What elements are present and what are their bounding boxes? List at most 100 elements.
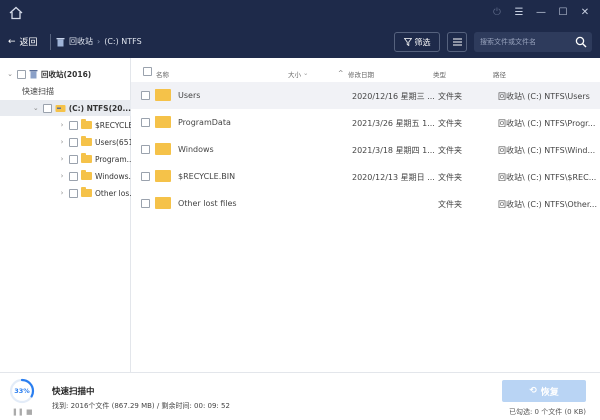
divider [50, 34, 51, 50]
row-date: 2020/12/13 星期日 ... [352, 173, 434, 182]
row-checkbox[interactable] [141, 172, 150, 181]
recycle-bin-icon [29, 70, 38, 79]
folder-icon [155, 89, 171, 101]
progress-percent: 33% [14, 387, 30, 395]
folder-icon [155, 170, 171, 182]
header-type[interactable]: 类型 [433, 69, 446, 79]
tree-folder-label: Windows... [95, 171, 136, 181]
status-footer: 33% ❚❚ ■ 快速扫描中 找到: 2016个文件 (867.29 MB) /… [0, 372, 600, 420]
tree-folder-checkbox[interactable] [69, 171, 78, 181]
filter-icon [403, 38, 412, 46]
tree-folder-checkbox[interactable] [69, 120, 78, 130]
scan-type-label: 快速扫描 [22, 87, 54, 96]
row-name: $RECYCLE.BIN [178, 172, 236, 181]
tree-folder-label: Users(651) [95, 137, 137, 147]
drive-icon [55, 104, 66, 112]
chevron-right-icon[interactable]: › [58, 121, 66, 129]
home-icon[interactable] [8, 5, 24, 21]
folder-icon [81, 170, 92, 180]
tree-root[interactable]: ⌄ 回收站(2016) [6, 66, 91, 82]
header-date[interactable]: 修改日期 [348, 69, 374, 79]
search-input[interactable] [480, 35, 570, 49]
maximize-icon[interactable]: ☐ [556, 5, 570, 19]
menu-icon[interactable]: ☰ [512, 5, 526, 19]
row-checkbox[interactable] [141, 145, 150, 154]
close-icon[interactable]: ✕ [578, 5, 592, 19]
header-size[interactable]: 大小 [288, 69, 301, 79]
sort-asc-icon[interactable]: ^ [338, 69, 343, 77]
row-path: 回收站\ (C:) NTFS\Wind... [498, 146, 596, 155]
selection-summary: 已勾选: 0 个文件 (0 KB) [508, 408, 586, 416]
chevron-right-icon[interactable]: › [58, 189, 66, 197]
filter-button[interactable]: 筛选 [394, 32, 440, 52]
table-row[interactable]: Users 2020/12/16 星期三 ... 文件夹 回收站\ (C:) N… [131, 82, 600, 109]
breadcrumb-bin[interactable]: 回收站 [69, 36, 93, 47]
tree-folder-users[interactable]: › Users(651) [58, 134, 136, 150]
recover-button[interactable]: ⟲ 恢复 [502, 380, 586, 402]
folder-icon [81, 187, 92, 197]
row-name: Other lost files [178, 199, 237, 208]
header-name[interactable]: 名称 [156, 69, 169, 79]
view-menu-button[interactable] [447, 32, 467, 52]
minimize-icon[interactable]: — [534, 5, 548, 19]
pause-icon[interactable]: ❚❚ [12, 408, 24, 416]
chevron-right-icon: › [97, 37, 101, 46]
tree-drive[interactable]: ⌄ (C:) NTFS(20... [0, 100, 131, 116]
folder-icon [155, 116, 171, 128]
file-list: 名称 大小 ⌄ ^ 修改日期 类型 路径 Users 2020/12/16 星期… [131, 58, 600, 372]
tree-folder-label: Program... [95, 154, 134, 164]
breadcrumb-drive[interactable]: (C:) NTFS [104, 37, 141, 46]
list-icon [452, 38, 462, 46]
row-type: 文件夹 [438, 92, 462, 101]
back-button[interactable]: ← 返回 [8, 35, 38, 49]
chevron-down-icon[interactable]: ⌄ [32, 104, 40, 112]
chevron-right-icon[interactable]: › [58, 155, 66, 163]
help-icon[interactable]: ⏻ [490, 5, 504, 19]
chevron-right-icon[interactable]: › [58, 138, 66, 146]
tree-root-label: 回收站(2016) [41, 69, 92, 79]
tree-folder-windows[interactable]: › Windows... [58, 168, 136, 184]
scan-status-line: 找到: 2016个文件 (867.29 MB) / 剩余时间: 00: 09: … [52, 402, 230, 410]
row-type: 文件夹 [438, 200, 462, 209]
table-row[interactable]: Windows 2021/3/18 星期四 1... 文件夹 回收站\ (C:)… [131, 136, 600, 163]
select-all-checkbox[interactable] [143, 67, 152, 76]
tree-folder-checkbox[interactable] [69, 137, 78, 147]
scan-status-title: 快速扫描中 [52, 387, 95, 397]
table-row[interactable]: Other lost files 文件夹 回收站\ (C:) NTFS\Othe… [131, 190, 600, 217]
tree-folder-checkbox[interactable] [69, 188, 78, 198]
tree-root-checkbox[interactable] [17, 69, 26, 79]
tree-folder-other[interactable]: › Other los... [58, 185, 136, 201]
row-path: 回收站\ (C:) NTFS\$REC... [498, 173, 597, 182]
tree-folder-recycle[interactable]: › $RECYCLE... [58, 117, 140, 133]
sort-icon[interactable]: ⌄ [303, 69, 308, 77]
title-bar: ⏻ ☰ — ☐ ✕ [0, 0, 600, 26]
folder-icon [155, 143, 171, 155]
search-icon[interactable] [575, 36, 587, 48]
folder-icon [155, 197, 171, 209]
table-row[interactable]: ProgramData 2021/3/26 星期五 1... 文件夹 回收站\ … [131, 109, 600, 136]
row-path: 回收站\ (C:) NTFS\Other... [498, 200, 598, 209]
row-checkbox[interactable] [141, 91, 150, 100]
recover-label: 恢复 [540, 387, 559, 398]
tree-drive-label: (C:) NTFS(20... [68, 103, 131, 113]
search-box [474, 32, 592, 52]
tree-folder-checkbox[interactable] [69, 154, 78, 164]
row-type: 文件夹 [438, 119, 462, 128]
sidebar-tree: ⌄ 回收站(2016) 快速扫描 ⌄ (C:) NTFS(20... › $RE… [0, 58, 140, 372]
tree-drive-checkbox[interactable] [42, 103, 52, 113]
row-checkbox[interactable] [141, 199, 150, 208]
folder-icon [81, 119, 92, 129]
row-checkbox[interactable] [141, 118, 150, 127]
table-row[interactable]: $RECYCLE.BIN 2020/12/13 星期日 ... 文件夹 回收站\… [131, 163, 600, 190]
breadcrumb: 回收站 › (C:) NTFS [56, 36, 142, 47]
chevron-down-icon[interactable]: ⌄ [6, 70, 14, 78]
chevron-right-icon[interactable]: › [58, 172, 66, 180]
row-name: ProgramData [178, 118, 231, 127]
header-path[interactable]: 路径 [493, 69, 506, 79]
row-name: Windows [178, 145, 214, 154]
stop-icon[interactable]: ■ [26, 408, 33, 416]
tree-folder-programdata[interactable]: › Program... [58, 151, 134, 167]
row-path: 回收站\ (C:) NTFS\Progr... [498, 119, 596, 128]
back-label: 返回 [19, 38, 38, 48]
toolbar: ← 返回 回收站 › (C:) NTFS 筛选 [0, 26, 600, 58]
